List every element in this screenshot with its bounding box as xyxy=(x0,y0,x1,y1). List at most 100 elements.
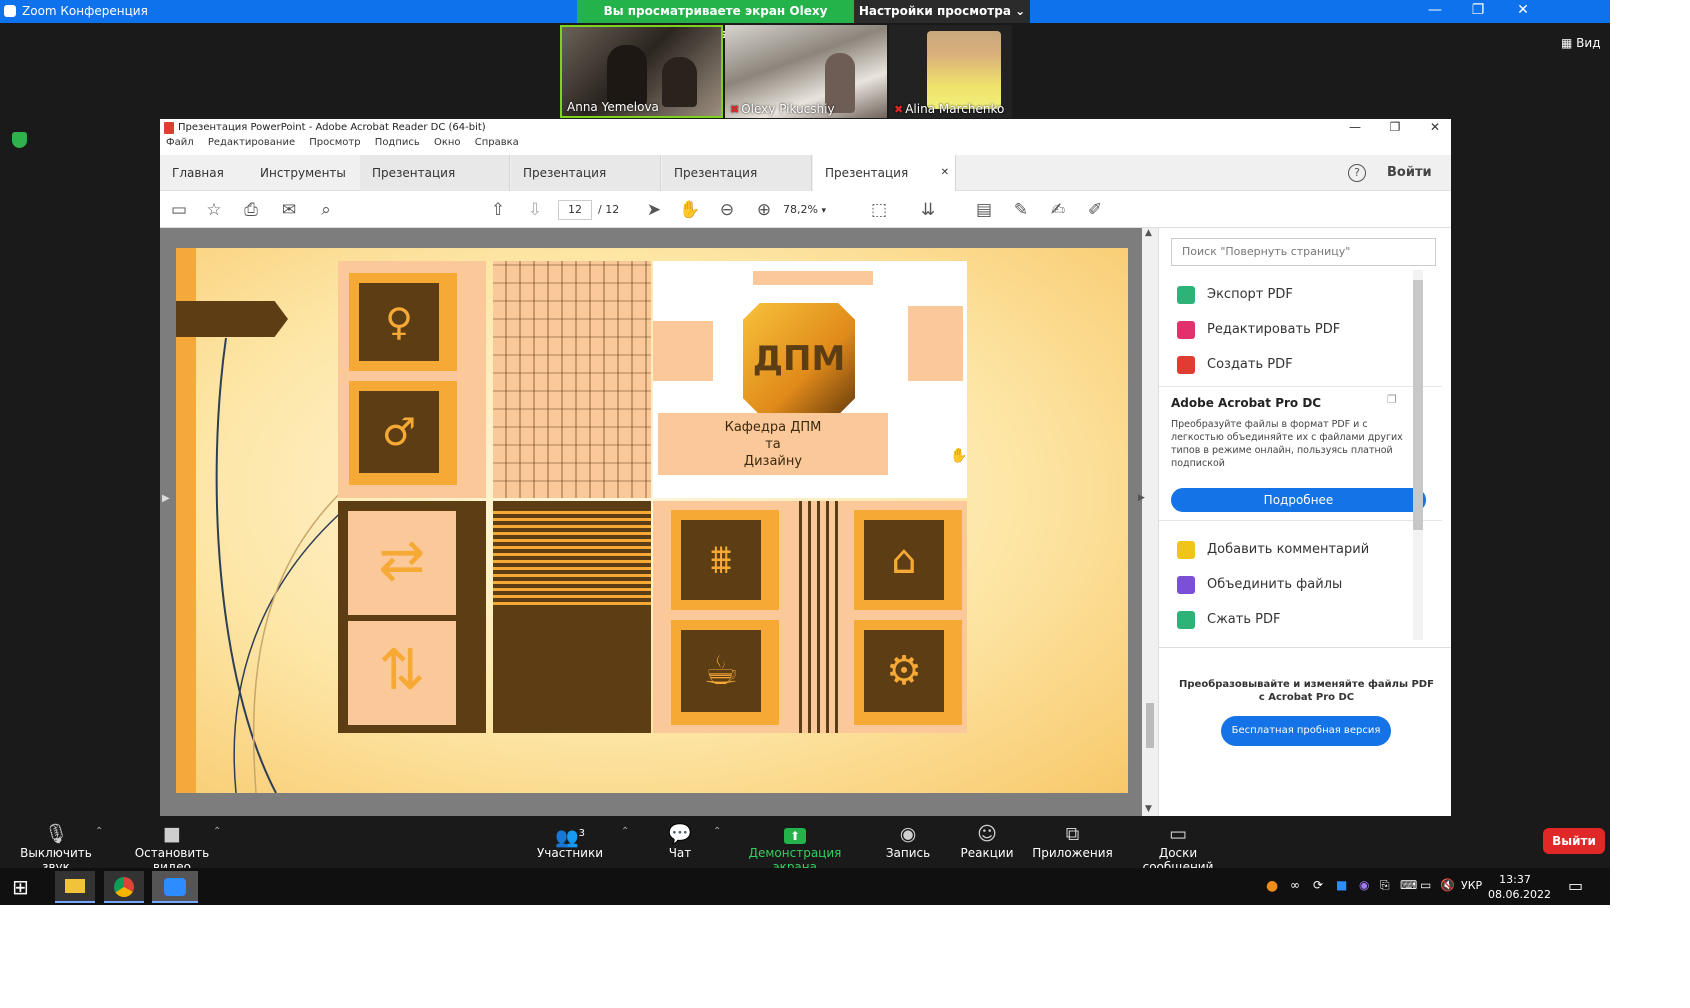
document-scrollbar[interactable]: ▲ ▼ ▶ xyxy=(1138,228,1158,816)
file-explorer-taskbar-button[interactable] xyxy=(55,871,95,903)
windows-start-icon[interactable]: ⊞ xyxy=(12,875,29,899)
menu-help[interactable]: Справка xyxy=(475,137,519,148)
chat-icon: 💬 xyxy=(668,823,692,845)
hand-tool-icon[interactable]: ✋ xyxy=(679,199,701,221)
copy-icon[interactable]: ❐ xyxy=(1387,393,1397,406)
participant-name-text: Alina Marchenko xyxy=(905,102,1005,116)
participants-button[interactable]: 👥3 Участники xyxy=(535,822,605,860)
participants-chevron-icon[interactable]: ⌃ xyxy=(621,826,629,837)
apps-icon: ⧉ xyxy=(1065,823,1080,845)
leave-meeting-button[interactable]: Выйти xyxy=(1543,828,1605,854)
export-pdf-item[interactable]: Экспорт PDF ⌄ xyxy=(1173,279,1423,311)
free-trial-button[interactable]: Бесплатная пробная версия xyxy=(1221,716,1391,746)
record-button[interactable]: ◉ Запись xyxy=(873,822,943,860)
tab-home[interactable]: Главная xyxy=(160,155,236,191)
search-icon[interactable]: ⌕ xyxy=(315,199,337,221)
save-icon[interactable]: ▭ xyxy=(168,199,190,221)
scroll-thumb[interactable] xyxy=(1146,703,1154,748)
learn-more-button[interactable]: Подробнее xyxy=(1171,488,1426,512)
stop-video-button[interactable]: ■ Остановить видео xyxy=(117,822,227,874)
tab-document-4[interactable]: Презентация Powe... ✕ xyxy=(813,155,956,216)
fit-page-icon[interactable]: ⬚ xyxy=(868,199,890,221)
chrome-taskbar-button[interactable] xyxy=(104,871,144,903)
menu-view[interactable]: Просмотр xyxy=(309,137,360,148)
restore-icon[interactable]: ❐ xyxy=(1375,120,1415,134)
zoom-level-select[interactable]: 78,2% ▾ xyxy=(783,200,843,220)
scroll-down-icon[interactable]: ▼ xyxy=(1145,804,1152,814)
keyboard-tray-icon[interactable]: ⌨ xyxy=(1400,878,1417,892)
print-icon[interactable]: ⎙ xyxy=(240,199,262,221)
minimize-icon[interactable]: — xyxy=(1335,120,1375,134)
sign-icon[interactable]: ✍ xyxy=(1047,199,1069,221)
audio-options-chevron-icon[interactable]: ⌃ xyxy=(95,826,103,837)
tab-document-2[interactable]: Презентация Powe... xyxy=(511,155,661,216)
apps-button[interactable]: ⧉ Приложения xyxy=(1030,822,1115,860)
network-tray-icon[interactable]: ⎘ xyxy=(1380,878,1390,893)
pen-icon[interactable]: ✎ xyxy=(1010,199,1032,221)
viber-tray-icon[interactable]: ◉ xyxy=(1359,878,1369,892)
add-comment-item[interactable]: Добавить комментарий xyxy=(1173,534,1423,566)
zoom-tray-icon[interactable]: ■ xyxy=(1336,878,1347,892)
display-tray-icon[interactable]: ▭ xyxy=(1420,878,1431,892)
scroll-mode-icon[interactable]: ⇊ xyxy=(917,199,939,221)
edit-pdf-item[interactable]: Редактировать PDF xyxy=(1173,314,1423,346)
chat-chevron-icon[interactable]: ⌃ xyxy=(713,826,721,837)
email-icon[interactable]: ✉ xyxy=(278,199,300,221)
page-up-icon[interactable]: ⇧ xyxy=(487,199,509,221)
reactions-button[interactable]: ☺ Реакции xyxy=(952,822,1022,860)
close-icon[interactable]: ✕ xyxy=(1415,120,1451,134)
menu-file[interactable]: Файл xyxy=(166,137,194,148)
compress-pdf-item[interactable]: Сжать PDF xyxy=(1173,604,1423,636)
tab-document-1[interactable]: Презентация Powe... xyxy=(360,155,510,216)
speaker-muted-icon[interactable]: 🔇 xyxy=(1440,878,1455,892)
video-tile-olexy[interactable]: ✖ Olexy Pikucshiy xyxy=(725,25,887,118)
right-panel-toggle-icon[interactable]: ▶ xyxy=(1138,493,1145,503)
login-button[interactable]: Войти xyxy=(1387,165,1432,180)
view-button[interactable]: ▦ Вид xyxy=(1561,36,1600,50)
tab-document-3[interactable]: Презентация Шеле... xyxy=(662,155,812,216)
combine-files-item[interactable]: Объединить файлы xyxy=(1173,569,1423,601)
link-tray-icon[interactable]: ∞ xyxy=(1290,878,1300,892)
tab-close-icon[interactable]: ✕ xyxy=(941,155,949,191)
tools-search-input[interactable]: Поиск "Повернуть страницу" xyxy=(1171,238,1436,266)
page-number-input[interactable]: 12 xyxy=(558,200,592,220)
minimize-icon[interactable]: — xyxy=(1420,2,1450,18)
edit-text-icon[interactable]: ✐ xyxy=(1084,199,1106,221)
stairs-icon: ⩩ xyxy=(671,510,779,610)
security-shield-icon[interactable] xyxy=(12,132,27,148)
chat-button[interactable]: 💬 Чат xyxy=(650,822,710,860)
page-down-icon[interactable]: ⇩ xyxy=(524,199,546,221)
star-icon[interactable]: ☆ xyxy=(203,199,225,221)
help-icon[interactable]: ? xyxy=(1348,164,1366,182)
update-tray-icon[interactable]: ⟳ xyxy=(1313,878,1323,892)
language-indicator[interactable]: УКР xyxy=(1461,879,1482,892)
menu-window[interactable]: Окно xyxy=(434,137,461,148)
zoom-out-icon[interactable]: ⊖ xyxy=(716,199,738,221)
menu-sign[interactable]: Подпись xyxy=(375,137,420,148)
create-pdf-item[interactable]: Создать PDF ⌃ xyxy=(1173,349,1423,381)
select-cursor-icon[interactable]: ➤ xyxy=(643,199,665,221)
restore-icon[interactable]: ❐ xyxy=(1463,2,1493,18)
tab-tools[interactable]: Инструменты xyxy=(248,155,358,191)
share-screen-button[interactable]: ⬆ Демонстрация экрана xyxy=(730,822,860,874)
comment-icon[interactable]: ▤ xyxy=(973,199,995,221)
video-tile-anna[interactable]: Anna Yemelova xyxy=(560,25,723,118)
close-icon[interactable]: ✕ xyxy=(1508,2,1538,18)
scroll-up-icon[interactable]: ▲ xyxy=(1145,228,1152,238)
notifications-icon[interactable]: ▭ xyxy=(1568,876,1583,895)
video-tile-alina[interactable]: ✖ Alina Marchenko xyxy=(889,25,1012,118)
logo-panel: ДПМ Кафедра ДПМ та Дизайну xyxy=(653,261,967,498)
zoom-in-icon[interactable]: ⊕ xyxy=(753,199,775,221)
document-viewport[interactable]: ▶ ♀ ♂ ⇄ ⇅ ДПМ Кафедра ДПМ та Дизайну ⩩ ⌂… xyxy=(160,228,1142,816)
system-clock[interactable]: 13:37 08.06.2022 xyxy=(1488,872,1551,902)
tools-scrollbar[interactable] xyxy=(1413,270,1423,640)
view-settings-button[interactable]: Настройки просмотра ⌄ xyxy=(854,0,1030,23)
zoom-taskbar-button[interactable] xyxy=(152,871,198,903)
left-panel-toggle-icon[interactable]: ▶ xyxy=(162,493,170,504)
whiteboards-button[interactable]: ▭ Доски сообщений xyxy=(1122,822,1234,874)
pro-promo-description: Преобразуйте файлы в формат PDF и с легк… xyxy=(1171,419,1403,469)
avast-tray-icon[interactable]: ● xyxy=(1266,878,1278,894)
video-options-chevron-icon[interactable]: ⌃ xyxy=(213,826,221,837)
mute-button[interactable]: 🎙 Выключить звук xyxy=(8,822,104,874)
menu-edit[interactable]: Редактирование xyxy=(208,137,295,148)
